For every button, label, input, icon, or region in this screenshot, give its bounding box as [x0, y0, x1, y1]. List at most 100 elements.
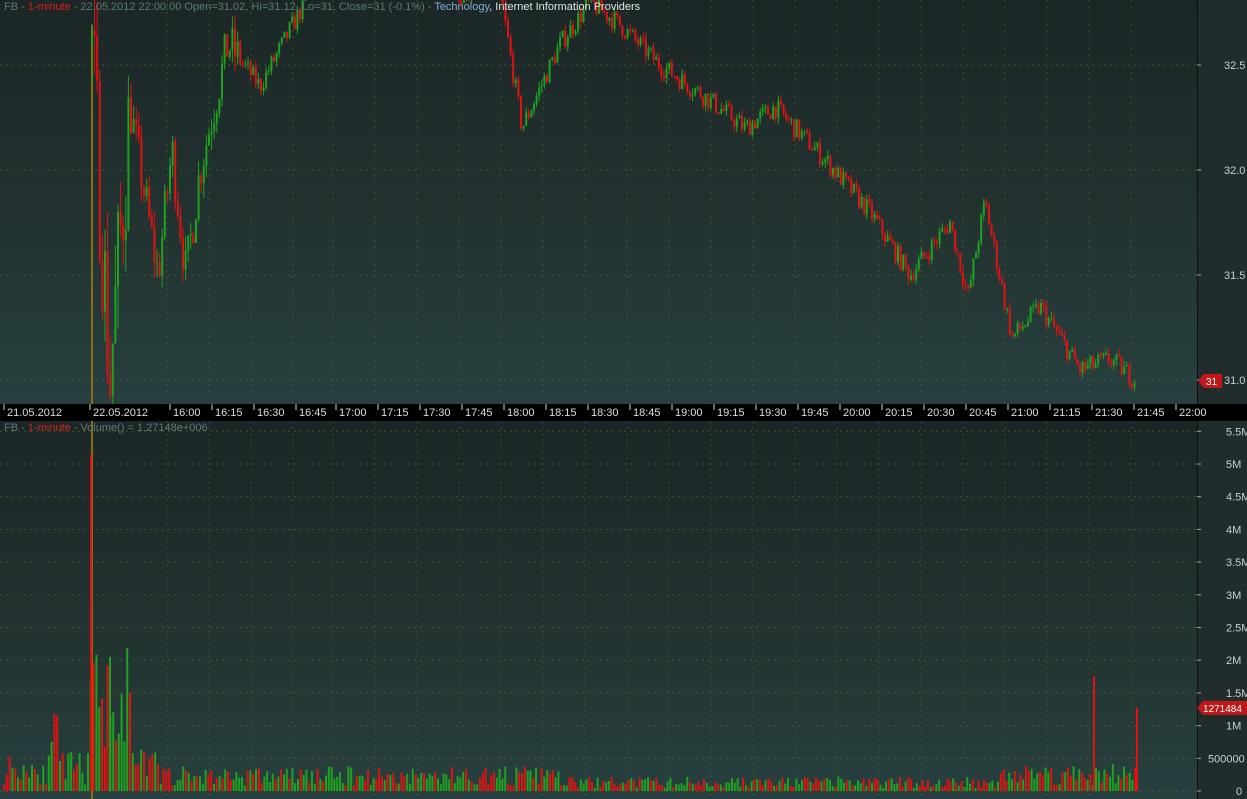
candle-body [1027, 321, 1029, 326]
volume-bar [369, 784, 372, 791]
candle-body [1055, 326, 1058, 331]
volume-bar [829, 780, 831, 791]
volume-bar [907, 777, 910, 791]
candle-body [1037, 304, 1040, 314]
candle-body [1071, 349, 1074, 352]
volume-bar [887, 779, 890, 791]
candle-body [785, 113, 788, 120]
volume-bar [935, 783, 938, 791]
candle-body [572, 25, 574, 34]
volume-bar [367, 770, 369, 791]
volume-bar [288, 778, 291, 791]
candle-body [1089, 356, 1092, 364]
volume-bar [1089, 774, 1092, 791]
volume-bar [75, 764, 78, 791]
candle-body [715, 93, 717, 113]
volume-bar [53, 713, 56, 791]
candle-body [657, 57, 660, 69]
volume-bar [266, 771, 269, 791]
candle-body [564, 30, 567, 47]
volume-bar [644, 779, 647, 791]
volume-bar [616, 786, 619, 791]
volume-bar [280, 769, 283, 791]
candle-body [1008, 308, 1011, 335]
candle-body [608, 17, 611, 21]
candle-body [847, 176, 850, 180]
date-axis-label: 21:15 [1053, 407, 1081, 419]
volume-bar [1128, 772, 1131, 791]
candle-body [670, 62, 673, 77]
volume-bar [1083, 778, 1086, 791]
candle-body [793, 119, 795, 138]
candle-body [124, 230, 127, 241]
candle-body [826, 156, 829, 160]
candle-body [130, 97, 132, 133]
candle-body [681, 74, 684, 89]
volume-bar [1033, 778, 1036, 791]
volume-bar [224, 769, 227, 791]
volume-bar [585, 779, 588, 791]
volume-bar [193, 776, 196, 791]
volume-bar [705, 782, 708, 791]
volume-bar [823, 779, 826, 791]
volume-bar [700, 786, 703, 791]
date-axis-label: 18:15 [549, 407, 577, 419]
volume-bar [437, 778, 439, 791]
volume-bar [535, 767, 537, 791]
candle-body [249, 62, 252, 75]
candle-body [873, 214, 876, 219]
volume-y-tick-label: 2.5M [1226, 623, 1247, 635]
volume-bar [789, 786, 792, 791]
candle-body [819, 142, 821, 165]
candle-body [1047, 318, 1050, 326]
candle-body [1014, 333, 1016, 336]
date-axis-label: 18:45 [633, 407, 661, 419]
volume-bar [518, 771, 521, 791]
volume-bar [425, 778, 428, 791]
candle-body [988, 205, 990, 225]
candle-body [678, 79, 681, 89]
volume-bar [921, 780, 924, 791]
candle-body [808, 132, 811, 150]
volume-bar [854, 785, 857, 791]
candle-body [208, 134, 210, 146]
volume-bar [507, 783, 509, 791]
price-y-tick-label: 32.0 [1224, 165, 1245, 177]
volume-y-tick-label: 1M [1226, 721, 1241, 733]
volume-pane[interactable]: 5.5M 5M 4.5M 4M 3.5M 3M 2.5M 2M 1.5M 1M 500000 0 127… [0, 421, 1247, 799]
candle-body [262, 87, 265, 91]
volume-y-tick-label: 500000 [1208, 753, 1245, 765]
volume-bar [137, 763, 140, 791]
volume-bar [672, 786, 675, 791]
date-axis-label: 16:15 [215, 407, 243, 419]
candle-body [1068, 351, 1071, 360]
volume-bar [596, 777, 599, 791]
volume-bar [112, 712, 115, 791]
volume-bar [722, 787, 725, 791]
volume-bar [960, 781, 963, 791]
volume-bar [87, 753, 89, 791]
volume-bar [988, 782, 991, 791]
candle-body [1133, 383, 1136, 388]
candle-body [1029, 306, 1032, 322]
date-axis-label: 17:30 [423, 407, 451, 419]
candle-body [548, 59, 551, 83]
ohlc-readout: - 22.05.2012 22:00:00 Open=31.02, Hi=31.… [70, 1, 425, 13]
candle-body [150, 216, 153, 227]
volume-bar [980, 787, 983, 791]
volume-chart[interactable]: 5.5M 5M 4.5M 4M 3.5M 3M 2.5M 2M 1.5M 1M 500000 0 127… [0, 421, 1247, 799]
volume-bar [627, 780, 630, 791]
volume-bar [1120, 778, 1123, 791]
volume-bar [495, 777, 498, 791]
price-pane[interactable]: 34.534.033.533.032.532.031.531.031 FB - … [0, 0, 1247, 404]
candle-body [655, 57, 658, 60]
volume-bar [1005, 780, 1008, 791]
volume-bar [302, 774, 305, 791]
candle-body [676, 76, 678, 80]
candle-body [897, 245, 899, 263]
volume-bar [423, 772, 425, 791]
volume-bar [70, 751, 73, 791]
price-chart[interactable]: 34.534.033.533.032.532.031.531.031 [0, 0, 1247, 404]
date-axis[interactable]: 21.05.2012 22.05.2012 16:00 16:15 16:30 16:45… [0, 404, 1247, 421]
candle-body [579, 12, 582, 23]
